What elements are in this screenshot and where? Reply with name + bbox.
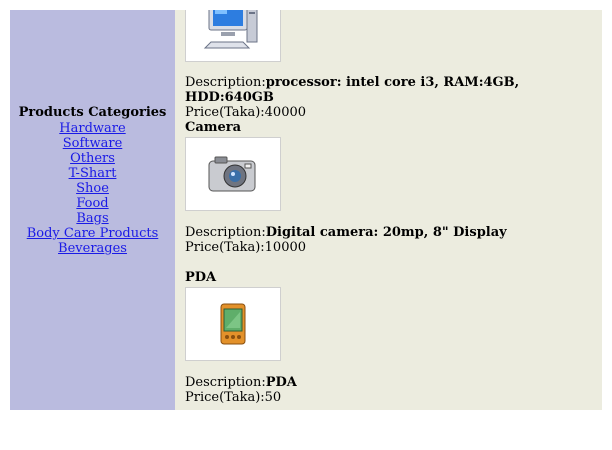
product-name: PDA bbox=[185, 270, 217, 285]
category-link-hardware[interactable]: Hardware bbox=[10, 121, 175, 136]
product-description: Description:Digital camera: 20mp, 8" Dis… bbox=[185, 225, 507, 240]
product-item-computer: Description:processor: intel core i3, RA… bbox=[185, 10, 602, 120]
category-link-body-care-products[interactable]: Body Care Products bbox=[10, 226, 175, 241]
categories-heading: Products Categories bbox=[18, 105, 167, 120]
product-name: Camera bbox=[185, 120, 242, 135]
camera-icon bbox=[208, 156, 256, 192]
product-item-pda: PDA Description:PDA Price(Taka):50 bbox=[185, 270, 297, 405]
category-link-bags[interactable]: Bags bbox=[10, 211, 175, 226]
page-frame: Products Categories Hardware Software Ot… bbox=[10, 10, 602, 410]
category-link-food[interactable]: Food bbox=[10, 196, 175, 211]
product-price: Price(Taka):10000 bbox=[185, 240, 307, 255]
product-description: Description:PDA bbox=[185, 375, 297, 390]
product-image[interactable] bbox=[185, 287, 281, 361]
computer-icon bbox=[203, 10, 258, 49]
product-image[interactable] bbox=[185, 10, 281, 62]
pda-icon bbox=[220, 303, 246, 345]
category-link-software[interactable]: Software bbox=[10, 136, 175, 151]
product-price: Price(Taka):40000 bbox=[185, 105, 307, 120]
category-link-others[interactable]: Others bbox=[10, 151, 175, 166]
product-item-camera: Camera Description:Digital camera: 20mp,… bbox=[185, 120, 507, 255]
sidebar: Products Categories Hardware Software Ot… bbox=[10, 10, 175, 410]
product-image[interactable] bbox=[185, 137, 281, 211]
product-price: Price(Taka):50 bbox=[185, 390, 282, 405]
product-list: Description:processor: intel core i3, RA… bbox=[175, 10, 602, 410]
category-link-beverages[interactable]: Beverages bbox=[10, 241, 175, 256]
category-link-t-shart[interactable]: T-Shart bbox=[10, 166, 175, 181]
product-description: Description:processor: intel core i3, RA… bbox=[185, 75, 520, 105]
category-link-shoe[interactable]: Shoe bbox=[10, 181, 175, 196]
